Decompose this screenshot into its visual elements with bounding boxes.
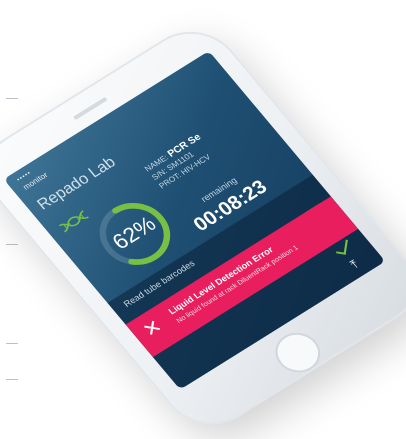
- home-button[interactable]: [266, 325, 330, 381]
- close-icon[interactable]: ✕: [139, 316, 167, 342]
- decorative-dash: [6, 343, 18, 344]
- decorative-dash: [6, 379, 18, 380]
- phone-mockup: ••••• monitor Repado Lab NAME: PCR Se S/…: [0, 15, 406, 439]
- run-info: NAME: PCR Se S/N: SM1101 PROT: HIV-HCV: [142, 132, 217, 191]
- upload-icon[interactable]: ⤒: [345, 256, 363, 272]
- decorative-dash: [6, 244, 18, 245]
- marketing-page: ••••• monitor Repado Lab NAME: PCR Se S/…: [0, 0, 406, 439]
- app-screen: ••••• monitor Repado Lab NAME: PCR Se S/…: [3, 50, 386, 390]
- decorative-dash: [6, 98, 18, 99]
